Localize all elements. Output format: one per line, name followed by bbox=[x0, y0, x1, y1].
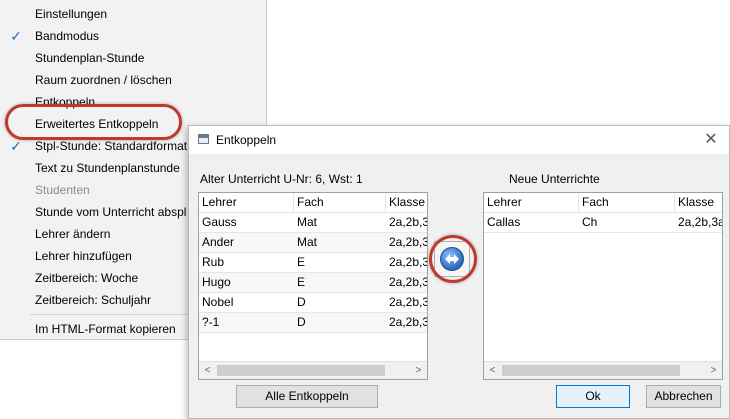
table-row[interactable]: Hugo E 2a,2b,3 bbox=[199, 273, 427, 293]
transfer-button[interactable] bbox=[434, 241, 470, 277]
menu-item[interactable]: Entkoppeln bbox=[0, 91, 267, 113]
column-header[interactable]: Fach bbox=[579, 193, 675, 212]
scroll-left-icon[interactable]: < bbox=[484, 362, 501, 379]
menu-item-label: Einstellungen bbox=[35, 7, 108, 21]
table-row[interactable]: Ander Mat 2a,2b,3 bbox=[199, 233, 427, 253]
double-arrow-icon bbox=[445, 254, 459, 264]
table-cell: Callas bbox=[487, 215, 521, 229]
abbrechen-button[interactable]: Abbrechen bbox=[646, 385, 721, 408]
table-cell: Mat bbox=[297, 215, 318, 229]
alle-entkoppeln-button[interactable]: Alle Entkoppeln bbox=[236, 385, 378, 408]
check-icon: ✓ bbox=[10, 28, 22, 44]
column-header[interactable]: Lehrer bbox=[484, 193, 579, 212]
menu-item-label: Studenten bbox=[35, 183, 90, 197]
menu-item-label: Stpl-Stunde: Standardformat bbox=[35, 139, 188, 153]
table-cell: Hugo bbox=[202, 275, 231, 289]
column-header[interactable]: Klasse bbox=[675, 193, 722, 212]
menu-item-label: Bandmodus bbox=[35, 29, 100, 43]
table-cell: Ch bbox=[582, 215, 598, 229]
table-cell: Rub bbox=[202, 255, 225, 269]
menu-item-label: Lehrer hinzufügen bbox=[35, 249, 132, 263]
menu-item-label: Text zu Stundenplanstunde bbox=[35, 161, 180, 175]
scroll-right-icon[interactable]: > bbox=[410, 362, 427, 379]
table-row[interactable]: ?-1 D 2a,2b,3 bbox=[199, 313, 427, 333]
horizontal-scrollbar[interactable]: < > bbox=[199, 361, 427, 379]
table-cell: 2a,2b,3 bbox=[389, 295, 428, 309]
scroll-thumb[interactable] bbox=[217, 365, 385, 376]
menu-item-label: Im HTML-Format kopieren bbox=[35, 322, 176, 336]
ok-button[interactable]: Ok bbox=[556, 385, 630, 408]
table-cell: Gauss bbox=[202, 215, 237, 229]
table-cell: 2a,2b,3 bbox=[389, 235, 428, 249]
menu-item[interactable]: Einstellungen bbox=[0, 3, 267, 25]
menu-item-label: Zeitbereich: Schuljahr bbox=[35, 293, 152, 307]
menu-item-label: Stundenplan-Stunde bbox=[35, 51, 145, 65]
table-cell: E bbox=[297, 255, 306, 269]
table-cell: 2a,2b,3 bbox=[389, 215, 428, 229]
table-cell: 2a,2b,3a bbox=[678, 215, 723, 229]
table-cell: 2a,2b,3 bbox=[389, 255, 428, 269]
menu-item-label: Raum zuordnen / löschen bbox=[35, 73, 172, 87]
horizontal-scrollbar[interactable]: < > bbox=[484, 361, 722, 379]
new-lessons-label: Neue Unterrichte bbox=[509, 172, 600, 186]
menu-item[interactable]: Stundenplan-Stunde bbox=[0, 47, 267, 69]
menu-item-label: Lehrer ändern bbox=[35, 227, 111, 241]
check-icon: ✓ bbox=[10, 138, 22, 154]
window-icon bbox=[198, 134, 209, 144]
entkoppeln-dialog: Entkoppeln ✕ Alter Unterricht U-Nr: 6, W… bbox=[188, 125, 730, 419]
old-lesson-label: Alter Unterricht U-Nr: 6, Wst: 1 bbox=[200, 172, 363, 186]
table-header: Lehrer Fach Klasse bbox=[199, 193, 427, 213]
menu-item[interactable]: ✓ Bandmodus bbox=[0, 25, 267, 47]
table-cell: D bbox=[297, 315, 306, 329]
table-cell: Nobel bbox=[202, 295, 234, 309]
table-row[interactable]: Rub E 2a,2b,3 bbox=[199, 253, 427, 273]
table-cell: ?-1 bbox=[202, 315, 220, 329]
table-row[interactable]: Nobel D 2a,2b,3 bbox=[199, 293, 427, 313]
table-cell: 2a,2b,3 bbox=[389, 315, 428, 329]
menu-item-label: Entkoppeln bbox=[35, 95, 96, 109]
menu-item[interactable]: Raum zuordnen / löschen bbox=[0, 69, 267, 91]
old-lesson-table[interactable]: Lehrer Fach Klasse Gauss Mat 2a,2b,3 Ander Mat 2… bbox=[198, 192, 428, 380]
table-cell: 2a,2b,3 bbox=[389, 275, 428, 289]
table-header: Lehrer Fach Klasse bbox=[484, 193, 722, 213]
dialog-title: Entkoppeln bbox=[216, 133, 277, 147]
table-cell: E bbox=[297, 275, 306, 289]
table-row[interactable]: Callas Ch 2a,2b,3a bbox=[484, 213, 722, 233]
table-cell: D bbox=[297, 295, 306, 309]
close-button[interactable]: ✕ bbox=[701, 130, 721, 150]
menu-item-label: Erweitertes Entkoppeln bbox=[35, 117, 159, 131]
menu-item-label: Stunde vom Unterricht abspl bbox=[35, 205, 187, 219]
column-header[interactable]: Lehrer bbox=[199, 193, 294, 212]
scroll-right-icon[interactable]: > bbox=[705, 362, 722, 379]
table-cell: Ander bbox=[202, 235, 235, 249]
column-header[interactable]: Fach bbox=[294, 193, 386, 212]
new-lessons-table[interactable]: Lehrer Fach Klasse Callas Ch 2a,2b,3a < > bbox=[483, 192, 723, 380]
table-cell: Mat bbox=[297, 235, 318, 249]
column-header[interactable]: Klasse bbox=[386, 193, 427, 212]
scroll-left-icon[interactable]: < bbox=[199, 362, 216, 379]
menu-item-label: Zeitbereich: Woche bbox=[35, 271, 139, 285]
title-bar[interactable]: Entkoppeln ✕ bbox=[189, 126, 729, 154]
table-row[interactable]: Gauss Mat 2a,2b,3 bbox=[199, 213, 427, 233]
scroll-thumb[interactable] bbox=[502, 365, 680, 376]
